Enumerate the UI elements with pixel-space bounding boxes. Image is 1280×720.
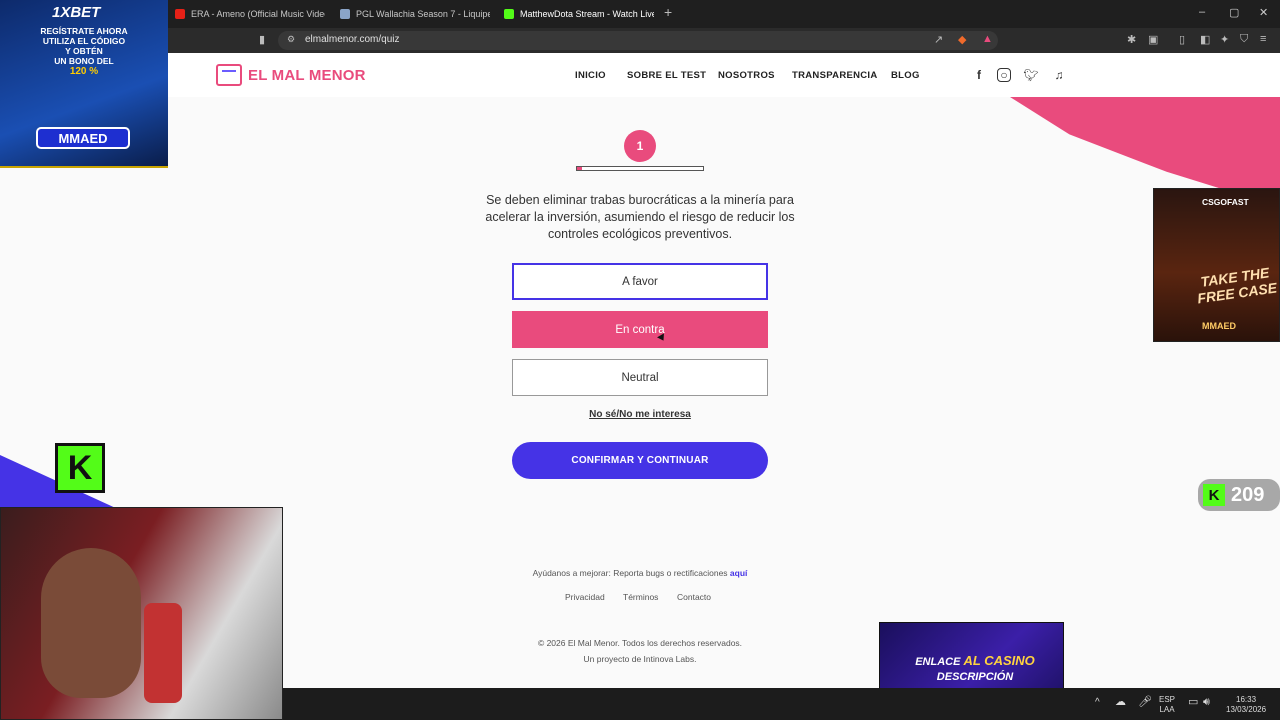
new-tab-button[interactable]: + xyxy=(664,4,672,20)
progress-bar xyxy=(576,166,704,171)
viewer-count: 209 xyxy=(1231,483,1265,506)
brave-shield-icon[interactable]: ◆ xyxy=(958,33,966,46)
browser-tab-2[interactable]: PGL Wallachia Season 7 - Liquipedia xyxy=(340,4,490,24)
volume-icon[interactable]: 🔊︎ xyxy=(1203,697,1210,708)
quiz-question: Se deben eliminar trabas burocráticas a … xyxy=(485,193,795,241)
cloud-icon[interactable]: ☁ xyxy=(1115,697,1126,708)
ad-bonus: 120 % xyxy=(69,66,99,77)
ad-csgofast: CSGOFAST TAKE THE FREE CASE MMAED xyxy=(1153,188,1280,342)
footer-contact[interactable]: Contacto xyxy=(677,592,711,602)
nav-blog[interactable]: BLOG xyxy=(891,70,920,81)
kick-icon xyxy=(504,9,514,19)
webcam-overlay xyxy=(0,507,283,720)
sidebar-icon[interactable]: ▯ xyxy=(1179,33,1185,46)
footer-terms[interactable]: Términos xyxy=(623,592,658,602)
nav-inicio[interactable]: INICIO xyxy=(575,70,606,81)
minimize-icon[interactable]: – xyxy=(1199,6,1205,18)
ad-1xbet: 1XBET REGÍSTRATE AHORA UTILIZA EL CÓDIGO… xyxy=(0,0,168,168)
ad-line: UTILIZA EL CÓDIGO xyxy=(42,36,126,46)
copyright: © 2026 El Mal Menor. Todos los derechos … xyxy=(537,638,743,648)
footer-privacy[interactable]: Privacidad xyxy=(565,592,605,602)
kick-logo-icon: K xyxy=(55,443,105,493)
close-icon[interactable]: ✕ xyxy=(1259,6,1268,19)
tray-chevron-icon[interactable]: ^ xyxy=(1095,698,1100,708)
url-text: elmalmenor.com/quiz xyxy=(305,34,400,45)
scale-icon xyxy=(216,64,242,86)
extensions-icon[interactable]: ✱ xyxy=(1127,33,1136,46)
kick-icon: K xyxy=(1203,484,1225,506)
ad-line: REGÍSTRATE AHORA xyxy=(40,26,128,36)
network-icon[interactable]: ▭ xyxy=(1188,697,1198,708)
leo-icon[interactable]: ✦ xyxy=(1220,33,1229,46)
tab-title: PGL Wallachia Season 7 - Liquipedia xyxy=(356,9,490,19)
logo-text: EL MAL MENOR xyxy=(248,66,366,84)
wallet-icon[interactable]: ▣ xyxy=(1148,33,1158,46)
option-neutral[interactable]: Neutral xyxy=(512,359,768,396)
ad-code: MMAED xyxy=(36,127,130,149)
vpn-icon[interactable]: ◧ xyxy=(1200,33,1210,46)
site-logo[interactable]: EL MAL MENOR xyxy=(216,64,366,86)
tab-title: ERA - Ameno (Official Music Video) xyxy=(191,9,325,19)
nav-transparencia[interactable]: TRANSPARENCIA xyxy=(792,70,878,81)
project-credit: Un proyecto de Intinova Labs. xyxy=(583,654,697,664)
report-link[interactable]: aquí xyxy=(730,568,747,578)
streamer-face xyxy=(41,548,141,698)
microphone-icon[interactable]: 🎤︎ xyxy=(1138,697,1152,708)
facebook-icon[interactable]: f xyxy=(971,67,987,83)
microphone xyxy=(144,603,182,703)
tiktok-icon[interactable]: ♫ xyxy=(1051,67,1067,83)
shield-icon[interactable]: ⛉ xyxy=(1240,33,1248,46)
clock[interactable]: 16:33 13/03/2026 xyxy=(1226,695,1266,715)
skip-link[interactable]: No sé/No me interesa xyxy=(512,409,768,420)
browser-tab-1[interactable]: ERA - Ameno (Official Music Video) xyxy=(175,4,325,24)
rewards-icon[interactable]: ▲ xyxy=(982,33,993,45)
taskbar xyxy=(283,688,1280,720)
ad-headline: TAKE THE FREE CASE xyxy=(1196,264,1278,307)
youtube-icon xyxy=(175,9,185,19)
twitter-icon[interactable]: 🐦︎ xyxy=(1023,67,1039,83)
liquipedia-icon xyxy=(340,9,350,19)
site-info-icon[interactable]: ⚙ xyxy=(287,34,295,45)
bookmark-icon[interactable]: ▮ xyxy=(259,33,265,46)
language-indicator[interactable]: ESP LAA xyxy=(1159,695,1175,715)
browser-tab-3[interactable]: MatthewDota Stream - Watch Live on xyxy=(504,4,654,24)
ad-brand: 1XBET xyxy=(52,4,101,21)
ad-brand: CSGOFAST xyxy=(1202,197,1249,207)
instagram-icon[interactable]: ○ xyxy=(997,68,1011,82)
tab-title: MatthewDota Stream - Watch Live on xyxy=(520,9,654,19)
option-a-favor[interactable]: A favor xyxy=(512,263,768,300)
share-icon[interactable]: ↗ xyxy=(934,33,943,46)
ad-line: UN BONO DEL xyxy=(54,56,114,66)
ad-line: Y OBTÉN xyxy=(65,46,103,56)
confirm-button[interactable]: CONFIRMAR Y CONTINUAR xyxy=(512,442,768,479)
option-en-contra[interactable]: En contra xyxy=(512,311,768,348)
restore-icon[interactable]: ▢ xyxy=(1229,6,1239,19)
menu-icon[interactable]: ≡ xyxy=(1260,33,1266,45)
nav-sobre-el-test[interactable]: SOBRE EL TEST xyxy=(627,70,706,81)
viewer-count-badge: K 209 xyxy=(1198,479,1280,511)
nav-nosotros[interactable]: NOSOTROS xyxy=(718,70,775,81)
ad-casino-text: ENLACE AL CASINO DESCRIPCIÓN xyxy=(915,653,1035,683)
ad-code: MMAED xyxy=(1202,321,1236,331)
footer-help: Ayúdanos a mejorar: Reporta bugs o recti… xyxy=(532,568,748,578)
progress-fill xyxy=(577,167,583,170)
step-indicator: 1 xyxy=(624,130,656,162)
address-bar-row xyxy=(0,28,1280,53)
